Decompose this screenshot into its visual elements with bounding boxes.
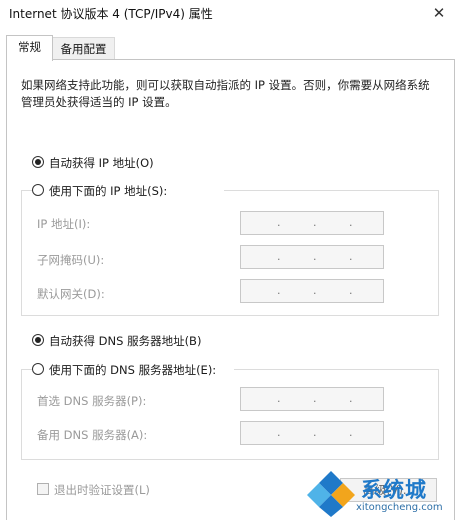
radio-unchecked-icon — [32, 363, 44, 375]
tab-general[interactable]: 常规 — [6, 35, 53, 61]
alternate-dns-label: 备用 DNS 服务器(A): — [37, 428, 148, 442]
subnet-mask-label: 子网掩码(U): — [37, 253, 105, 267]
radio-unchecked-icon — [32, 184, 44, 196]
default-gateway-input[interactable]: ... — [240, 279, 384, 303]
radio-label: 自动获得 DNS 服务器地址(B) — [49, 334, 202, 348]
obtain-dns-automatically-radio[interactable]: 自动获得 DNS 服务器地址(B) — [32, 333, 262, 349]
radio-checked-icon — [32, 334, 44, 346]
ip-address-label: IP 地址(I): — [37, 217, 91, 231]
obtain-ip-automatically-radio[interactable]: 自动获得 IP 地址(O) — [32, 155, 232, 171]
use-following-dns-radio[interactable]: 使用下面的 DNS 服务器地址(E): — [32, 362, 234, 378]
tab-alternate-configuration[interactable]: 备用配置 — [52, 37, 115, 60]
radio-label: 使用下面的 IP 地址(S): — [49, 184, 168, 198]
ip-address-input[interactable]: ... — [240, 211, 384, 235]
use-following-ip-radio[interactable]: 使用下面的 IP 地址(S): — [32, 183, 224, 199]
xitongcheng-logo-icon — [307, 471, 355, 517]
preferred-dns-label: 首选 DNS 服务器(P): — [37, 394, 147, 408]
close-icon[interactable]: ✕ — [425, 1, 453, 25]
watermark: 系统城 xitongcheng.com — [303, 468, 459, 519]
alternate-dns-input[interactable]: ... — [240, 421, 384, 445]
static-dns-group — [21, 369, 439, 460]
window-title: Internet 协议版本 4 (TCP/IPv4) 属性 — [9, 7, 213, 21]
default-gateway-label: 默认网关(D): — [37, 287, 105, 301]
watermark-url: xitongcheng.com — [356, 502, 443, 513]
validate-settings-label: 退出时验证设置(L) — [54, 483, 150, 497]
title-bar: Internet 协议版本 4 (TCP/IPv4) 属性 ✕ — [0, 0, 459, 30]
radio-label: 使用下面的 DNS 服务器地址(E): — [49, 363, 217, 377]
validate-settings-checkbox[interactable] — [37, 483, 49, 495]
description-text: 如果网络支持此功能，则可以获取自动指派的 IP 设置。否则，你需要从网络系统管理… — [21, 78, 430, 109]
watermark-name: 系统城 — [361, 478, 427, 502]
radio-label: 自动获得 IP 地址(O) — [49, 156, 154, 170]
preferred-dns-input[interactable]: ... — [240, 387, 384, 411]
subnet-mask-input[interactable]: ... — [240, 245, 384, 269]
radio-checked-icon — [32, 156, 44, 168]
